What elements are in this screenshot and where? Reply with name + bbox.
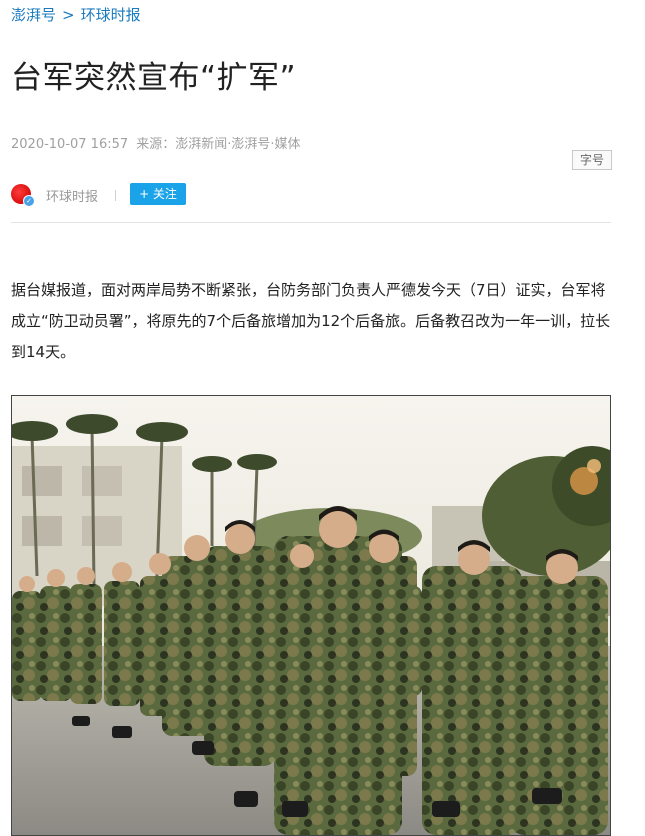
author-row: ✓ 环球时报 + 关注 — [11, 182, 611, 208]
author-divider — [115, 190, 116, 201]
breadcrumb-channel-link[interactable]: 环球时报 — [81, 6, 141, 24]
verified-badge-icon: ✓ — [23, 195, 35, 207]
font-size-button[interactable]: 字号 — [572, 150, 612, 170]
follow-button[interactable]: + 关注 — [130, 183, 186, 205]
breadcrumb: 澎湃号 > 环球时报 — [11, 4, 141, 25]
publish-datetime: 2020-10-07 16:57 — [11, 137, 129, 152]
article-title: 台军突然宣布“扩军” — [11, 60, 297, 96]
breadcrumb-separator: > — [62, 6, 75, 24]
header-divider — [11, 222, 611, 223]
author-avatar[interactable]: ✓ — [11, 184, 35, 207]
article-body-paragraph: 据台媒报道，面对两岸局势不断紧张，台防务部门负责人严德发今天（7日）证实，台军将… — [11, 281, 611, 361]
article-photo — [11, 395, 611, 836]
article-source: 来源：澎湃新闻·澎湃号·媒体 — [136, 137, 301, 152]
soldiers-marching-image — [12, 396, 610, 835]
breadcrumb-root-link[interactable]: 澎湃号 — [11, 6, 56, 24]
author-name[interactable]: 环球时报 — [46, 186, 98, 205]
article-meta: 2020-10-07 16:57 来源：澎湃新闻·澎湃号·媒体 — [11, 133, 301, 152]
